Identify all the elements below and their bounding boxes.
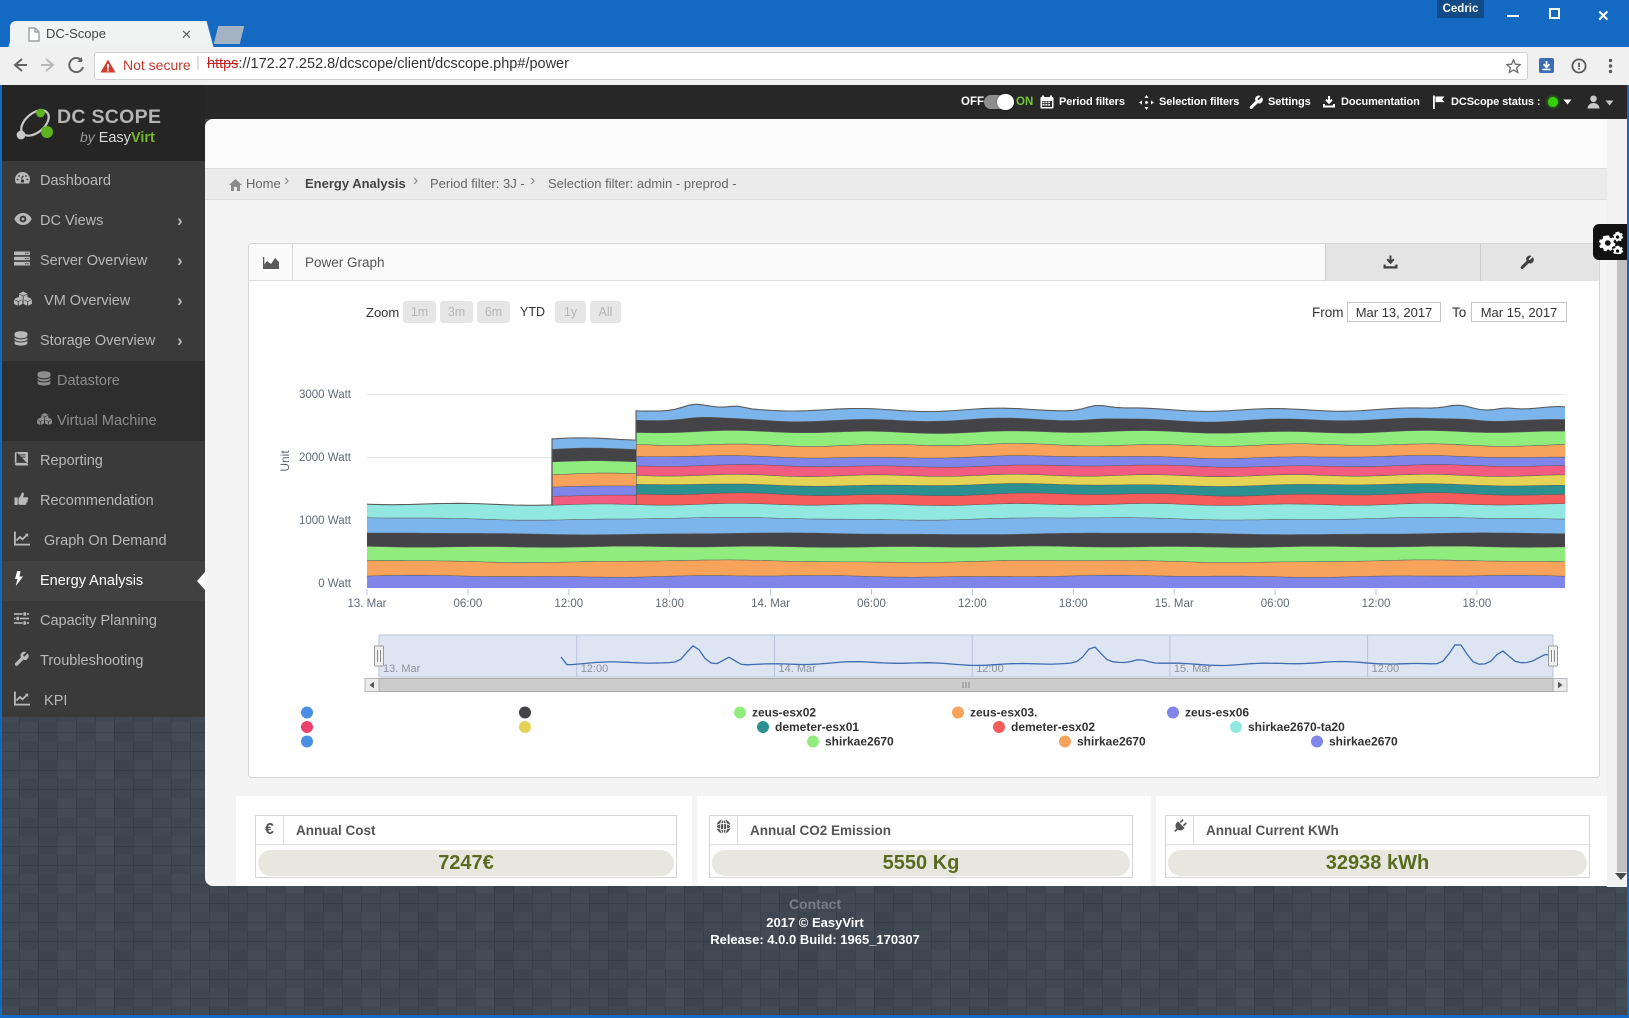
svg-text:shirkae2670: shirkae2670 bbox=[1077, 735, 1146, 749]
svg-text:06:00: 06:00 bbox=[1261, 598, 1290, 610]
svg-text:zeus-esx06: zeus-esx06 bbox=[1185, 706, 1249, 720]
svg-text:12:00: 12:00 bbox=[554, 598, 583, 610]
svg-text:Unit: Unit bbox=[278, 450, 292, 472]
svg-text:0 Watt: 0 Watt bbox=[318, 578, 352, 590]
svg-text:shirkae2670: shirkae2670 bbox=[1329, 735, 1398, 749]
svg-text:zeus-esx03.: zeus-esx03. bbox=[970, 706, 1037, 720]
svg-text:06:00: 06:00 bbox=[454, 598, 483, 610]
svg-text:zeus-esx02: zeus-esx02 bbox=[752, 706, 816, 720]
svg-text:12:00: 12:00 bbox=[1362, 598, 1391, 610]
svg-text:15. Mar: 15. Mar bbox=[1155, 598, 1194, 610]
svg-text:06:00: 06:00 bbox=[857, 598, 886, 610]
svg-text:demeter-esx02: demeter-esx02 bbox=[1011, 720, 1095, 734]
svg-text:18:00: 18:00 bbox=[1463, 598, 1492, 610]
svg-text:14. Mar: 14. Mar bbox=[751, 598, 790, 610]
svg-text:18:00: 18:00 bbox=[1059, 598, 1088, 610]
svg-text:12:00: 12:00 bbox=[581, 663, 609, 675]
svg-text:1000 Watt: 1000 Watt bbox=[299, 515, 352, 527]
svg-text:2000 Watt: 2000 Watt bbox=[299, 452, 352, 464]
svg-text:13. Mar: 13. Mar bbox=[348, 598, 387, 610]
svg-text:shirkae2670: shirkae2670 bbox=[825, 735, 894, 749]
svg-text:13. Mar: 13. Mar bbox=[383, 663, 421, 675]
svg-text:12:00: 12:00 bbox=[1372, 663, 1400, 675]
svg-text:3000 Watt: 3000 Watt bbox=[299, 389, 352, 401]
svg-text:shirkae2670-ta20: shirkae2670-ta20 bbox=[1248, 720, 1345, 734]
svg-text:12:00: 12:00 bbox=[958, 598, 987, 610]
svg-text:18:00: 18:00 bbox=[655, 598, 684, 610]
svg-text:demeter-esx01: demeter-esx01 bbox=[775, 720, 859, 734]
